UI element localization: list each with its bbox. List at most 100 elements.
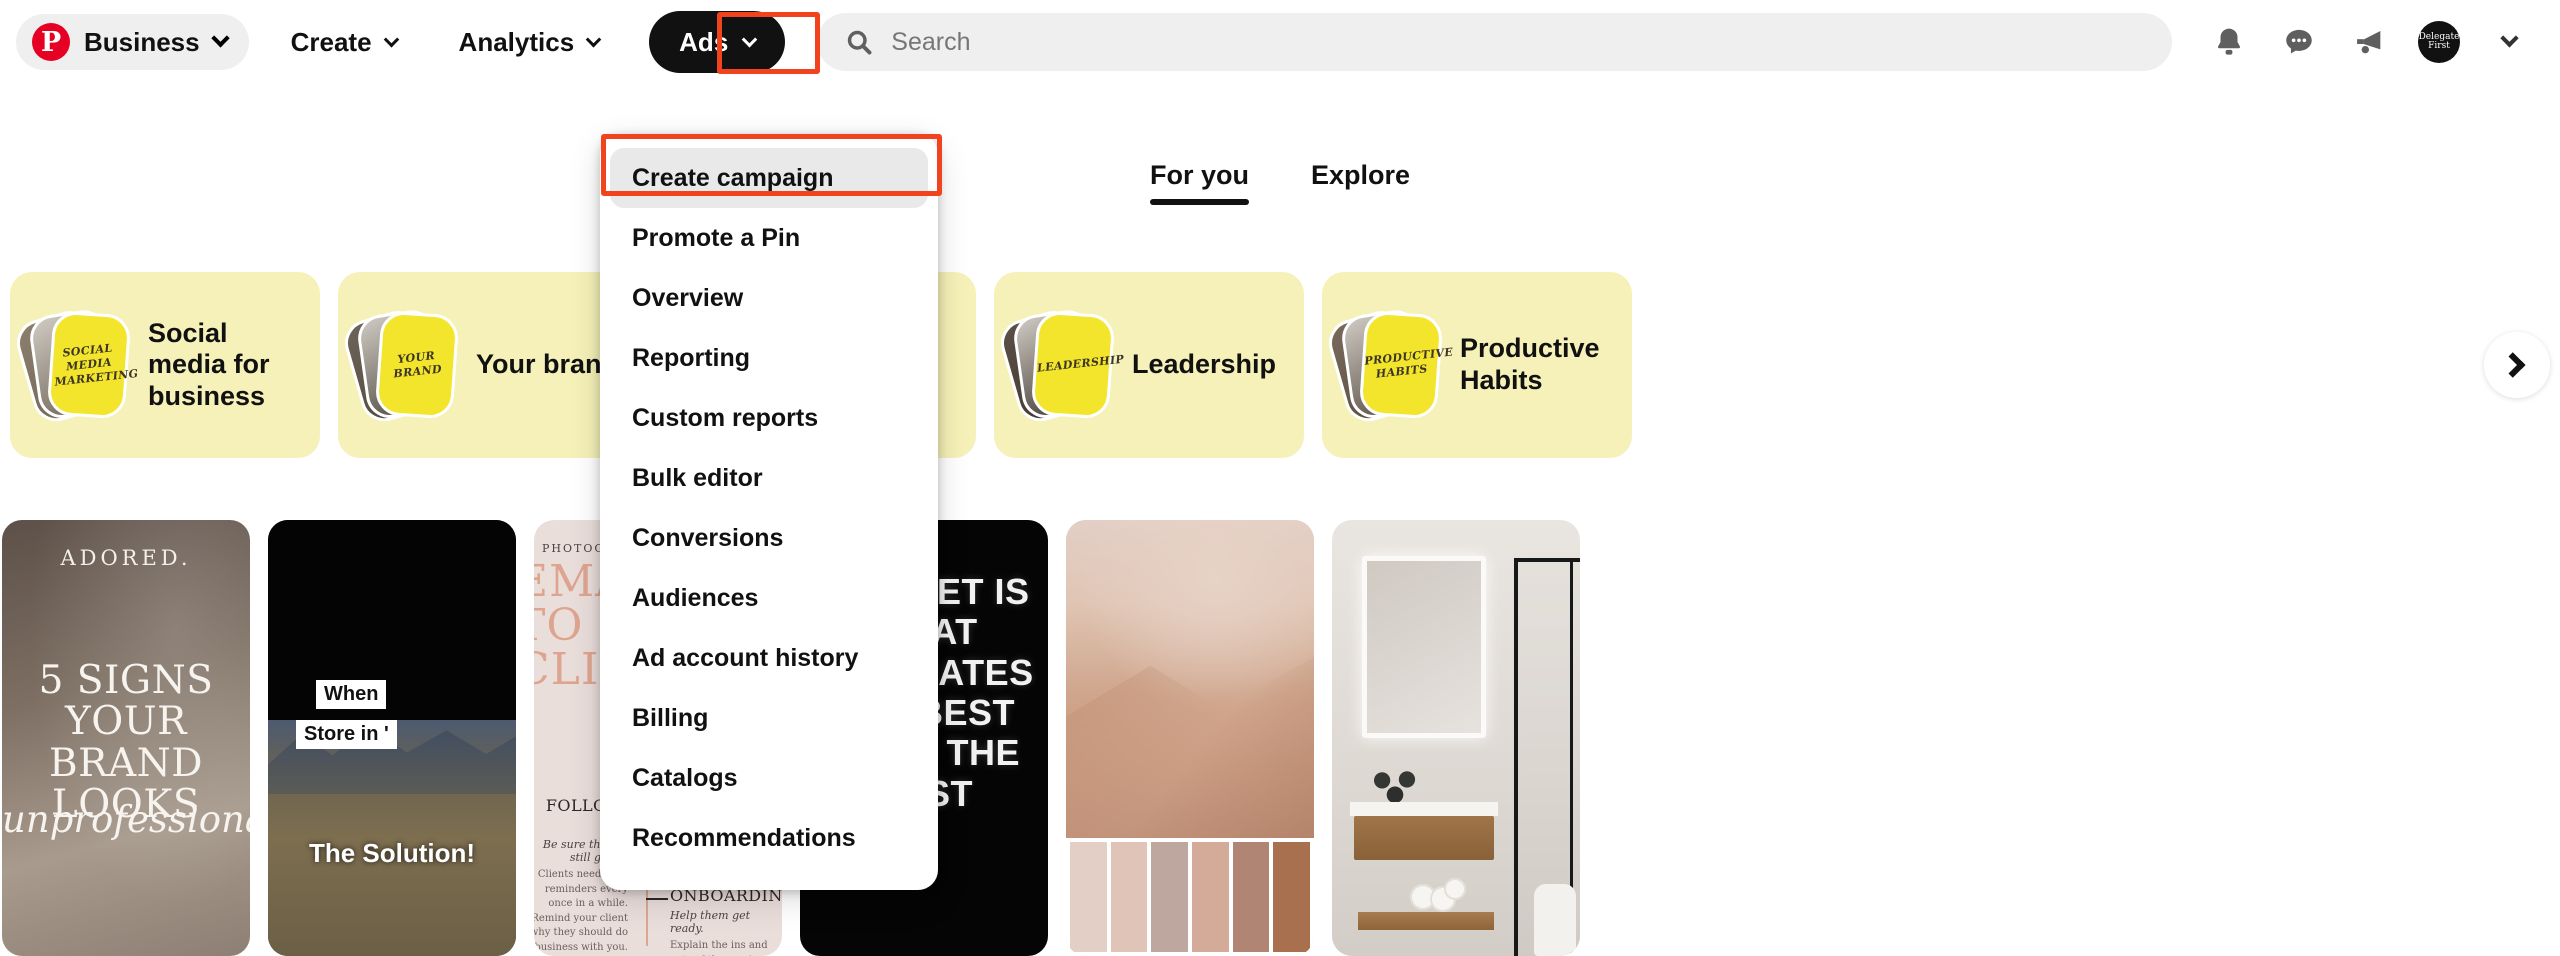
pin-card[interactable] xyxy=(1066,520,1314,956)
pin2-label-a: When xyxy=(316,680,387,709)
pin3-section-italic: Help them get ready. xyxy=(670,909,751,935)
pin3-section: ONBOARDING Help them get ready. Explain … xyxy=(670,886,782,956)
chevron-down-icon xyxy=(585,31,602,47)
topic-card-title: Social media for business xyxy=(148,317,270,411)
account-avatar-button[interactable]: Delegate First xyxy=(2408,11,2470,73)
pin3-section-body: Explain the ins and outs of the services… xyxy=(670,940,769,956)
notifications-button[interactable] xyxy=(2198,11,2260,73)
topic-thumbnail-caption: LEADERSHIP xyxy=(1036,352,1125,375)
pin-card[interactable]: When Store in ' The Solution! xyxy=(268,520,516,956)
account-menu-button[interactable] xyxy=(2478,11,2540,73)
ads-dropdown-menu: Create campaign Promote a Pin Overview Repo… xyxy=(600,134,938,890)
pin-grid: ADORED. 5 SIGNS YOUR BRAND LOOKS unprofe… xyxy=(0,520,2560,956)
palette-swatch-3 xyxy=(1192,842,1229,952)
chevron-right-icon xyxy=(2500,352,2526,378)
tab-explore[interactable]: Explore xyxy=(1311,160,1410,205)
pin6-counter xyxy=(1350,802,1498,816)
topic-thumbnail-stack: YOUR BRAND xyxy=(339,301,460,429)
topic-card-4[interactable]: PRODUCTIVE HABITS Productive Habits xyxy=(1322,272,1632,458)
pin-card[interactable] xyxy=(1332,520,1580,956)
palette-swatch-2 xyxy=(1151,842,1189,952)
pinterest-logo-icon: P xyxy=(32,23,70,61)
chat-bubble-icon xyxy=(2286,29,2312,54)
pin6-mirror xyxy=(1362,556,1486,738)
ads-menu-item-label: Conversions xyxy=(632,523,784,552)
ads-menu-item-label: Create campaign xyxy=(632,163,834,192)
business-account-button[interactable]: P Business xyxy=(16,14,249,70)
topic-card-0[interactable]: SOCIAL MEDIA MARKETING Social media for b… xyxy=(10,272,320,458)
palette-swatch-5 xyxy=(1273,842,1311,952)
ads-menu-item-0[interactable]: Create campaign xyxy=(610,148,928,208)
ads-menu-item-6[interactable]: Conversions xyxy=(610,508,928,568)
topic-thumbnail-caption: PRODUCTIVE HABITS xyxy=(1363,345,1454,381)
ads-menu-item-10[interactable]: Catalogs xyxy=(610,748,928,808)
pin-card[interactable]: ADORED. 5 SIGNS YOUR BRAND LOOKS unprofe… xyxy=(2,520,250,956)
ads-menu-item-label: Catalogs xyxy=(632,763,738,792)
topic-thumbnail-stack: PRODUCTIVE HABITS xyxy=(1323,301,1454,429)
ads-menu-item-11[interactable]: Recommendations xyxy=(610,808,928,868)
nav-analytics[interactable]: Analytics xyxy=(439,14,620,70)
ads-menu-item-label: Overview xyxy=(632,283,744,312)
palette-swatch-1 xyxy=(1110,842,1148,952)
chevron-down-icon xyxy=(383,31,399,47)
ads-menu-item-3[interactable]: Reporting xyxy=(610,328,928,388)
topic-thumbnail-caption: YOUR BRAND xyxy=(392,349,443,381)
pin1-brand: ADORED. xyxy=(60,546,192,570)
ads-button[interactable]: Ads xyxy=(649,11,786,73)
pin3-connector xyxy=(646,898,668,900)
pin6-shelf xyxy=(1358,912,1494,930)
megaphone-icon xyxy=(2357,30,2381,54)
pin1-subline: unprofessional xyxy=(2,798,250,841)
ads-menu-item-7[interactable]: Audiences xyxy=(610,568,928,628)
search-icon xyxy=(848,30,872,55)
topic-card-title: Your brand xyxy=(476,349,619,380)
ads-button-label: Ads xyxy=(679,26,729,57)
avatar: Delegate First xyxy=(2418,21,2460,63)
pin5-color-palette xyxy=(1066,838,1314,956)
ads-menu-wrapper: Ads xyxy=(649,11,786,73)
topic-card-title: Productive Habits xyxy=(1460,333,1600,395)
ads-menu-item-1[interactable]: Promote a Pin xyxy=(610,208,928,268)
business-label: Business xyxy=(84,26,200,57)
thumb-front: PRODUCTIVE HABITS xyxy=(1358,310,1454,420)
ads-menu-item-2[interactable]: Overview xyxy=(610,268,928,328)
pin6-vanity xyxy=(1354,816,1494,860)
bell-icon xyxy=(2217,28,2241,55)
topic-card-title: Leadership xyxy=(1132,349,1277,380)
chevron-down-icon xyxy=(742,31,758,47)
search-placeholder: Search xyxy=(891,27,971,56)
announcements-button[interactable] xyxy=(2338,11,2400,73)
topic-thumbnail-stack: SOCIAL MEDIA MARKETING xyxy=(11,301,140,429)
search-input[interactable]: Search xyxy=(817,13,2172,71)
ads-menu-item-label: Ad account history xyxy=(632,643,859,672)
pin6-toilet xyxy=(1534,884,1576,956)
nav-analytics-label: Analytics xyxy=(458,26,575,57)
chevron-down-icon xyxy=(210,28,230,47)
ads-menu-item-8[interactable]: Ad account history xyxy=(610,628,928,688)
topics-next-button[interactable] xyxy=(2484,332,2550,398)
tab-for-you[interactable]: For you xyxy=(1149,160,1249,205)
messages-button[interactable] xyxy=(2268,11,2330,73)
thumb-front: LEADERSHIP xyxy=(1030,310,1125,420)
nav-create[interactable]: Create xyxy=(271,14,417,70)
topic-thumbnail-caption: SOCIAL MEDIA MARKETING xyxy=(53,341,140,389)
pin2-top-block xyxy=(268,520,516,720)
header-icon-group: Delegate First xyxy=(2198,11,2540,73)
palette-swatch-0 xyxy=(1070,842,1107,952)
palette-swatch-4 xyxy=(1232,842,1270,952)
topic-thumbnail-stack: LEADERSHIP xyxy=(995,301,1125,429)
ads-menu-item-label: Custom reports xyxy=(632,403,819,432)
pin2-label-b: Store in ' xyxy=(296,720,397,749)
pin6-towels xyxy=(1410,878,1468,912)
feed-tabs: For you Explore xyxy=(0,160,2560,205)
ads-menu-item-label: Audiences xyxy=(632,583,759,612)
ads-menu-item-label: Billing xyxy=(632,703,709,732)
topic-card-3[interactable]: LEADERSHIP Leadership xyxy=(994,272,1304,458)
ads-menu-item-label: Reporting xyxy=(632,343,751,372)
ads-menu-item-5[interactable]: Bulk editor xyxy=(610,448,928,508)
ads-menu-item-4[interactable]: Custom reports xyxy=(610,388,928,448)
ads-menu-item-9[interactable]: Billing xyxy=(610,688,928,748)
ads-menu-item-label: Promote a Pin xyxy=(632,223,801,252)
pin5-desert-photo xyxy=(1066,520,1314,838)
ads-menu-item-label: Bulk editor xyxy=(632,463,763,492)
